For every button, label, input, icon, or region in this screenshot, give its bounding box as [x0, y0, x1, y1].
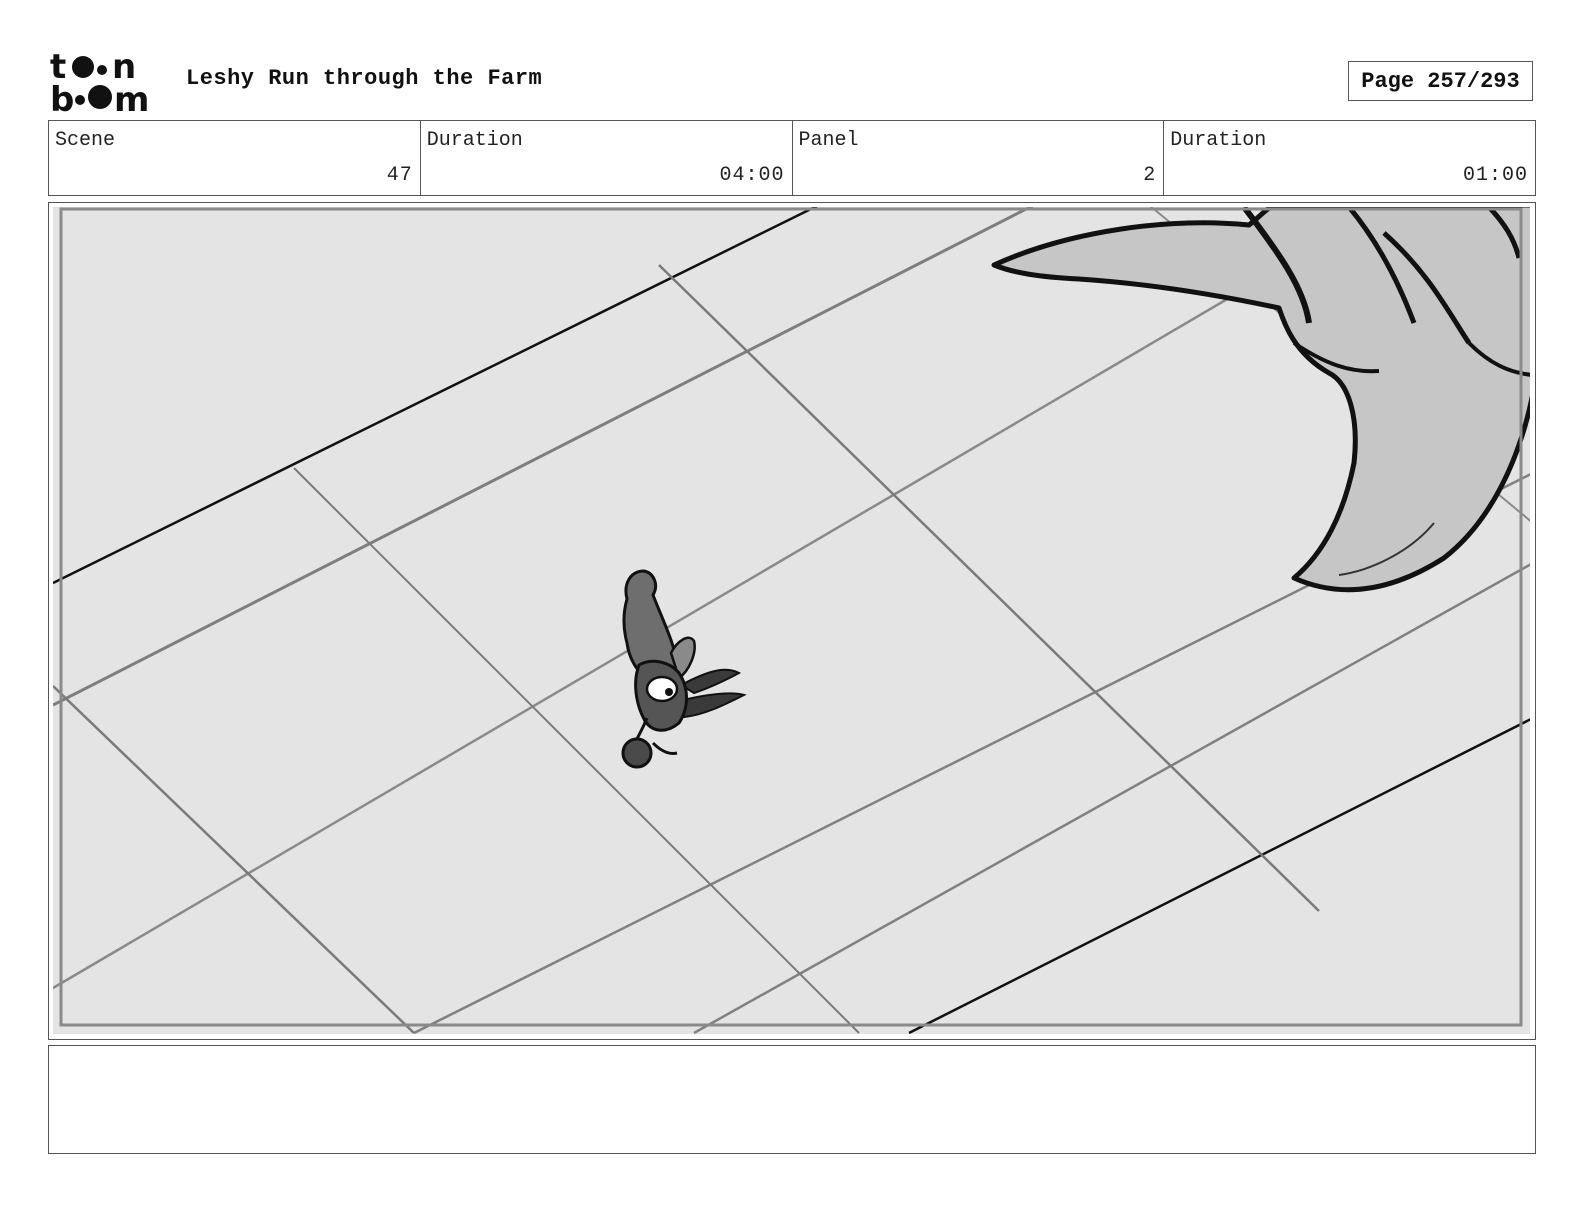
scene-duration-label: Duration — [426, 129, 523, 152]
svg-text:b: b — [50, 80, 74, 114]
scene-info-row: Scene 47 Duration 04:00 Panel 2 Duration… — [48, 120, 1536, 196]
panel-label: Panel — [798, 129, 859, 152]
storyboard-panel — [48, 202, 1536, 1040]
scene-label: Scene — [55, 129, 116, 152]
panel-duration-label: Duration — [1170, 129, 1267, 152]
panel-cell: Panel 2 — [793, 121, 1165, 195]
page-counter: Page 257/293 — [1348, 61, 1533, 101]
toon-boom-logo-icon: t n b m — [50, 50, 149, 114]
scene-cell: Scene 47 — [49, 121, 421, 195]
scene-value: 47 — [386, 164, 413, 187]
panel-drawing — [53, 207, 1530, 1034]
panel-notes-area[interactable] — [48, 1045, 1536, 1154]
panel-duration-value: 01:00 — [1462, 164, 1528, 187]
toon-boom-logo: t n b m — [50, 50, 168, 114]
panel-duration-cell: Duration 01:00 — [1164, 121, 1535, 195]
scene-duration-cell: Duration 04:00 — [421, 121, 793, 195]
page-counter-label: Page 257/293 — [1361, 68, 1520, 94]
panel-value: 2 — [1143, 164, 1157, 187]
storyboard-title: Leshy Run through the Farm — [186, 66, 543, 91]
svg-text:m: m — [114, 80, 149, 114]
scene-duration-value: 04:00 — [719, 164, 785, 187]
